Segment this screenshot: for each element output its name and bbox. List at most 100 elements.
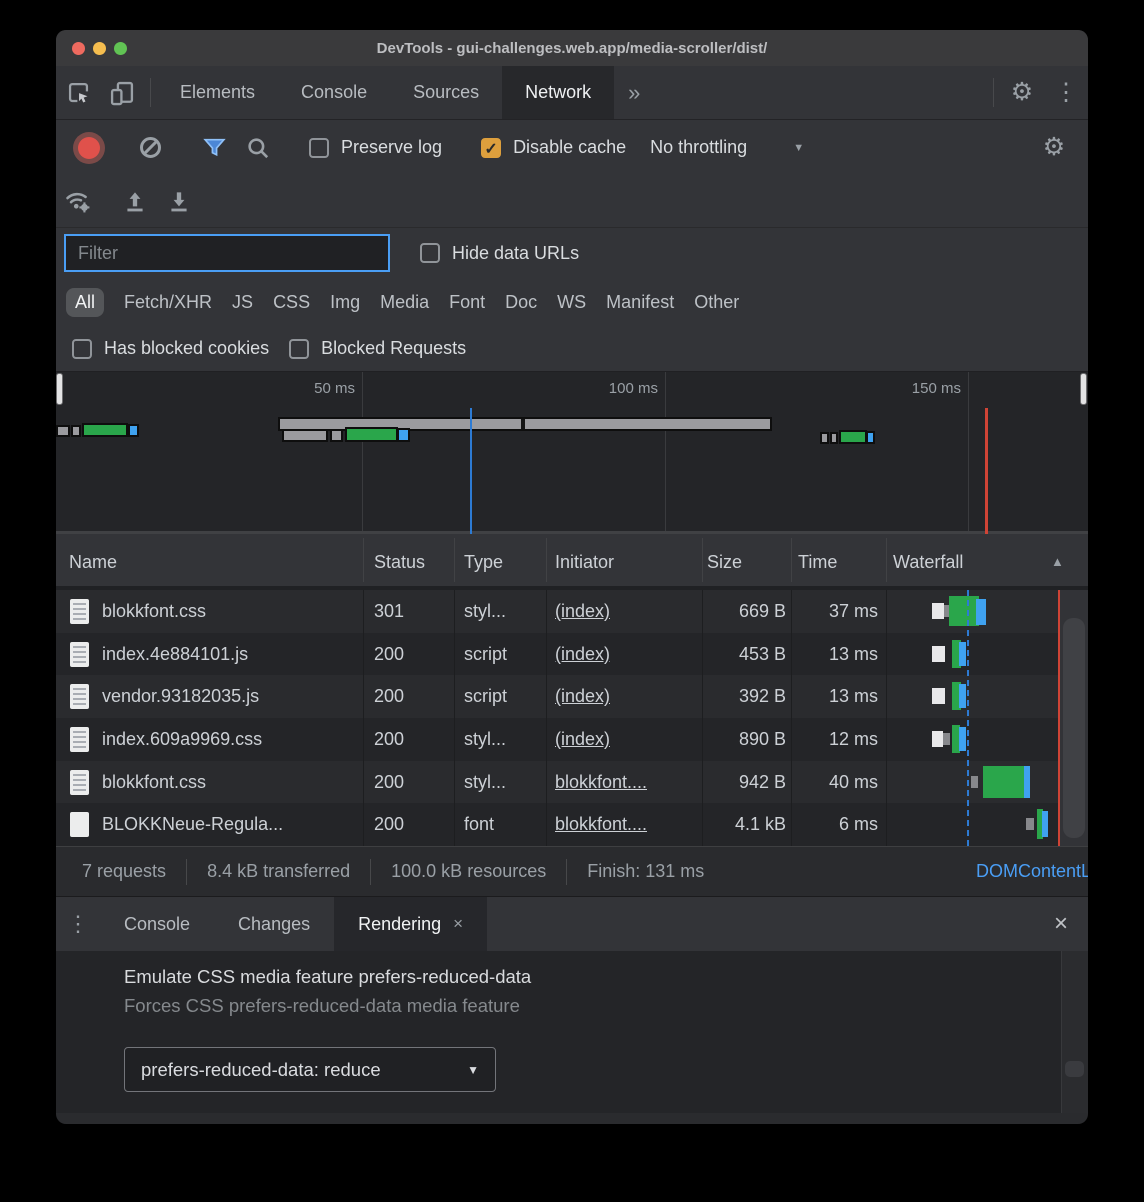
filter-chip-ws[interactable]: WS [557, 292, 586, 313]
table-row[interactable]: vendor.93182035.js 200 script (index) 39… [56, 675, 1088, 718]
filter-chip-other[interactable]: Other [694, 292, 739, 313]
bar [830, 432, 838, 444]
drawer-tab-console[interactable]: Console [100, 897, 214, 951]
blocked-requests-checkbox[interactable] [289, 339, 309, 359]
divider [791, 538, 792, 582]
filter-chip-manifest[interactable]: Manifest [606, 292, 674, 313]
select-value: prefers-reduced-data: reduce [141, 1059, 381, 1081]
overview-right-handle[interactable] [1080, 373, 1087, 405]
drawer-menu-button[interactable]: ⋮ [56, 897, 100, 951]
request-size: 4.1 kB [696, 803, 786, 846]
divider [363, 590, 364, 846]
column-header-initiator[interactable]: Initiator [555, 534, 614, 590]
network-settings-button[interactable]: ⚙ [1032, 135, 1076, 160]
divider [791, 590, 792, 846]
request-time: 37 ms [792, 590, 878, 633]
gear-icon: ⚙ [1011, 80, 1033, 105]
record-network-log-button[interactable] [78, 137, 100, 159]
filter-chip-js[interactable]: JS [232, 292, 253, 313]
request-status: 200 [374, 718, 404, 761]
caret-down-icon[interactable]: ▼ [793, 142, 804, 154]
title-bar: DevTools - gui-challenges.web.app/media-… [56, 30, 1088, 66]
network-overview-timeline[interactable]: 50 ms 100 ms 150 ms [56, 372, 1088, 534]
filter-chip-all[interactable]: All [66, 288, 104, 317]
download-icon [166, 188, 192, 214]
rendering-panel: Emulate CSS media feature prefers-reduce… [56, 951, 1088, 1113]
request-time: 40 ms [792, 761, 878, 804]
filter-chip-css[interactable]: CSS [273, 292, 310, 313]
filter-chip-img[interactable]: Img [330, 292, 360, 313]
request-type-filters: All Fetch/XHR JS CSS Img Media Font Doc … [56, 278, 1088, 326]
bar [82, 423, 128, 437]
toggle-device-toolbar-button[interactable] [100, 66, 144, 119]
disable-cache-checkbox[interactable]: ✓ [481, 138, 501, 158]
waterfall-bars [886, 761, 1088, 804]
request-initiator-link[interactable]: blokkfont.... [555, 761, 647, 804]
request-initiator-link[interactable]: (index) [555, 633, 610, 676]
clear-network-log-button[interactable] [140, 137, 161, 158]
main-menu-button[interactable]: ⋮ [1044, 66, 1088, 119]
gear-icon: ⚙ [1043, 135, 1065, 160]
filter-chip-font[interactable]: Font [449, 292, 485, 313]
tab-console[interactable]: Console [278, 66, 390, 119]
tab-sources[interactable]: Sources [390, 66, 502, 119]
table-row[interactable]: BLOKKNeue-Regula... 200 font blokkfont..… [56, 803, 1088, 846]
document-file-icon [70, 642, 89, 667]
import-har-button[interactable] [113, 188, 157, 214]
column-header-time[interactable]: Time [798, 534, 837, 590]
close-window-button[interactable] [72, 42, 85, 55]
filter-chip-fetch-xhr[interactable]: Fetch/XHR [124, 292, 212, 313]
filter-chip-media[interactable]: Media [380, 292, 429, 313]
close-tab-icon[interactable]: × [453, 914, 463, 934]
tab-elements[interactable]: Elements [157, 66, 278, 119]
minimize-window-button[interactable] [93, 42, 106, 55]
request-initiator-link[interactable]: (index) [555, 718, 610, 761]
search-button[interactable] [236, 135, 280, 161]
table-row[interactable]: index.4e884101.js 200 script (index) 453… [56, 633, 1088, 676]
overview-left-handle[interactable] [56, 373, 63, 405]
settings-button[interactable]: ⚙ [1000, 66, 1044, 119]
preserve-log-checkbox[interactable] [309, 138, 329, 158]
table-row[interactable]: index.609a9969.css 200 styl... (index) 8… [56, 718, 1088, 761]
request-initiator-link[interactable]: (index) [555, 590, 610, 633]
throttling-select[interactable]: No throttling [650, 137, 747, 158]
prefers-reduced-data-select[interactable]: prefers-reduced-data: reduce ▼ [124, 1047, 496, 1092]
request-count: 7 requests [82, 861, 166, 882]
filter-chip-doc[interactable]: Doc [505, 292, 537, 313]
drawer-scrollbar-track[interactable] [1061, 951, 1088, 1113]
sort-ascending-icon[interactable]: ▲ [1051, 534, 1064, 590]
drawer-tab-changes[interactable]: Changes [214, 897, 334, 951]
drawer-tab-rendering[interactable]: Rendering × [334, 897, 487, 951]
column-header-waterfall[interactable]: Waterfall [893, 534, 963, 590]
tick-label-100ms: 100 ms [609, 380, 658, 397]
bar [128, 424, 139, 437]
column-header-size[interactable]: Size [707, 534, 742, 590]
divider [454, 590, 455, 846]
filter-input[interactable] [64, 234, 390, 272]
divider [993, 78, 994, 107]
tab-network[interactable]: Network [502, 66, 614, 119]
request-initiator-link[interactable]: (index) [555, 675, 610, 718]
more-tabs-icon[interactable]: » [614, 66, 654, 119]
inspect-element-button[interactable] [56, 66, 100, 119]
divider [363, 538, 364, 582]
bar [932, 646, 945, 662]
has-blocked-cookies-checkbox[interactable] [72, 339, 92, 359]
bar [971, 776, 978, 788]
bar [345, 427, 398, 442]
column-header-status[interactable]: Status [374, 534, 425, 590]
column-header-type[interactable]: Type [464, 534, 503, 590]
request-name: index.609a9969.css [102, 718, 262, 761]
zoom-window-button[interactable] [114, 42, 127, 55]
filter-toggle-button[interactable] [192, 135, 236, 160]
network-conditions-button[interactable] [56, 187, 100, 215]
table-scrollbar-thumb[interactable] [1063, 618, 1085, 838]
column-header-name[interactable]: Name [69, 534, 117, 590]
table-row[interactable]: blokkfont.css 301 styl... (index) 669 B … [56, 590, 1088, 633]
table-row[interactable]: blokkfont.css 200 styl... blokkfont.... … [56, 761, 1088, 804]
drawer-scrollbar-thumb[interactable] [1065, 1061, 1084, 1077]
hide-data-urls-checkbox[interactable] [420, 243, 440, 263]
close-drawer-button[interactable]: × [1054, 897, 1068, 951]
request-initiator-link[interactable]: blokkfont.... [555, 803, 647, 846]
export-har-button[interactable] [157, 188, 201, 214]
